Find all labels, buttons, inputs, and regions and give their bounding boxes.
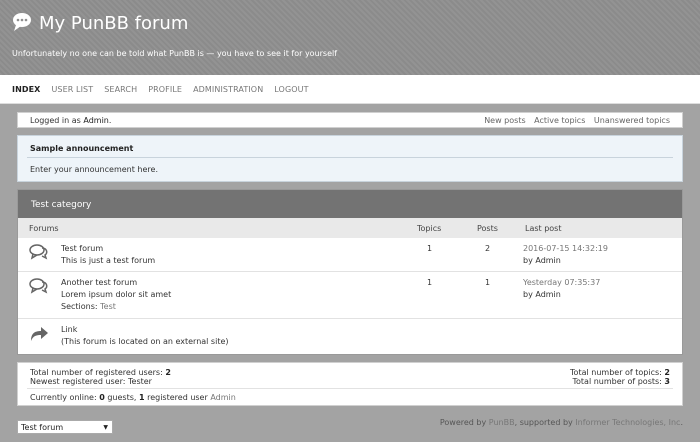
login-status-suffix: . [108,115,112,125]
nav-administration[interactable]: ADMINISTRATION [193,85,263,94]
main-nav: INDEX USER LIST SEARCH PROFILE ADMINISTR… [0,75,700,104]
forum-topics-count: 1 [427,244,433,253]
forum-description: Lorem ipsum dolor sit amet [61,290,172,299]
forum-row: Link (This forum is located on an extern… [18,319,682,355]
login-status-label: Logged in as [30,115,81,125]
category-table: Test category Forums Topics Posts Last p… [17,189,683,355]
forum-title-link[interactable]: Another test forum [61,278,137,287]
informer-link[interactable]: Informer Technologies, Inc [575,418,680,427]
total-posts-value: 3 [664,377,670,386]
board-stats: Total number of registered users: 2 Newe… [17,362,683,406]
forum-jump-value: Test forum [21,423,64,432]
site-title[interactable]: My PunBB forum [39,13,188,34]
forum-title-link[interactable]: Link [61,325,77,334]
total-topics-value: 2 [664,368,670,377]
total-topics-stat: Total number of topics: 2 [570,368,670,377]
online-guests-label: guests, [107,393,137,402]
unanswered-topics-link[interactable]: Unanswered topics [594,116,670,125]
forum-description: This is just a test forum [61,256,156,265]
col-forums: Forums [29,224,59,233]
forum-row: Test forum This is just a test forum 1 2… [18,238,682,272]
site-description: Unfortunately no one can be told what Pu… [12,49,338,58]
nav-user-list[interactable]: USER LIST [51,85,93,94]
online-guests-count: 0 [99,393,105,402]
status-bar: Logged in as Admin. New posts Active top… [17,112,683,128]
stats-divider [27,388,673,389]
section-link[interactable]: Test [100,302,116,311]
nav-logout[interactable]: LOGOUT [274,85,308,94]
online-label: Currently online: [30,393,97,402]
login-status: Logged in as Admin. [30,116,111,125]
announcement-divider [27,157,673,158]
chat-bubbles-icon [12,12,34,34]
forum-posts-count: 2 [485,244,491,253]
active-topics-link[interactable]: Active topics [534,116,585,125]
forum-posts-count: 1 [485,278,491,287]
forum-sections: Sections: Test [61,302,116,311]
total-topics-label: Total number of topics: [570,368,662,377]
forum-row: Another test forum Lorem ipsum dolor sit… [18,272,682,319]
column-headers: Forums Topics Posts Last post [18,218,682,238]
redirect-arrow-icon [29,324,49,344]
nav-index[interactable]: INDEX [12,85,40,94]
supported-by-label: , supported by [514,418,573,427]
site-logo[interactable]: My PunBB forum [12,12,188,34]
newest-user-link[interactable]: Tester [128,377,152,386]
col-posts: Posts [477,224,498,233]
powered-by: Powered by PunBB, supported by Informer … [440,418,683,427]
forum-title-link[interactable]: Test forum [61,244,103,253]
chevron-down-icon: ▼ [103,424,108,431]
total-posts-stat: Total number of posts: 3 [572,377,670,386]
category-title: Test category [18,190,682,218]
announcement-title: Sample announcement [30,144,134,153]
registered-users-stat: Total number of registered users: 2 [30,368,171,377]
forum-topics-count: 1 [427,278,433,287]
forum-jump-select[interactable]: Test forum ▼ [17,420,113,434]
chat-bubbles-icon [29,244,49,262]
newest-user-stat: Newest registered user: Tester [30,377,152,386]
powered-by-label: Powered by [439,418,487,427]
last-post-date-link[interactable]: Yesterday 07:35:37 [523,278,600,287]
registered-users-label: Total number of registered users: [30,368,163,377]
powered-by-suffix: . [680,418,683,427]
chat-bubbles-icon [29,278,49,296]
registered-users-value: 2 [165,368,171,377]
nav-profile[interactable]: PROFILE [148,85,182,94]
announcement-box: Sample announcement Enter your announcem… [17,135,683,182]
new-posts-link[interactable]: New posts [484,116,525,125]
forum-description: (This forum is located on an external si… [61,337,229,346]
nav-search[interactable]: SEARCH [104,85,137,94]
col-topics: Topics [417,224,442,233]
last-post-author: by Admin [523,256,561,265]
online-registered-label: registered user [147,393,208,402]
total-posts-label: Total number of posts: [572,377,662,386]
punbb-link[interactable]: PunBB [489,418,515,427]
logged-user-link[interactable]: Admin [83,116,109,125]
online-user-link[interactable]: Admin [210,393,236,402]
site-header: My PunBB forum Unfortunately no one can … [0,0,700,75]
online-registered-count: 1 [138,393,145,402]
newest-user-label: Newest registered user: [30,377,126,386]
sections-label: Sections: [61,302,98,311]
announcement-body: Enter your announcement here. [30,165,158,174]
col-last-post: Last post [525,224,562,233]
quick-links: New posts Active topics Unanswered topic… [478,116,670,125]
last-post-author: by Admin [523,290,561,299]
online-stat: Currently online: 0 guests, 1 registered… [30,393,236,402]
last-post-date-link[interactable]: 2016-07-15 14:32:19 [523,244,608,253]
